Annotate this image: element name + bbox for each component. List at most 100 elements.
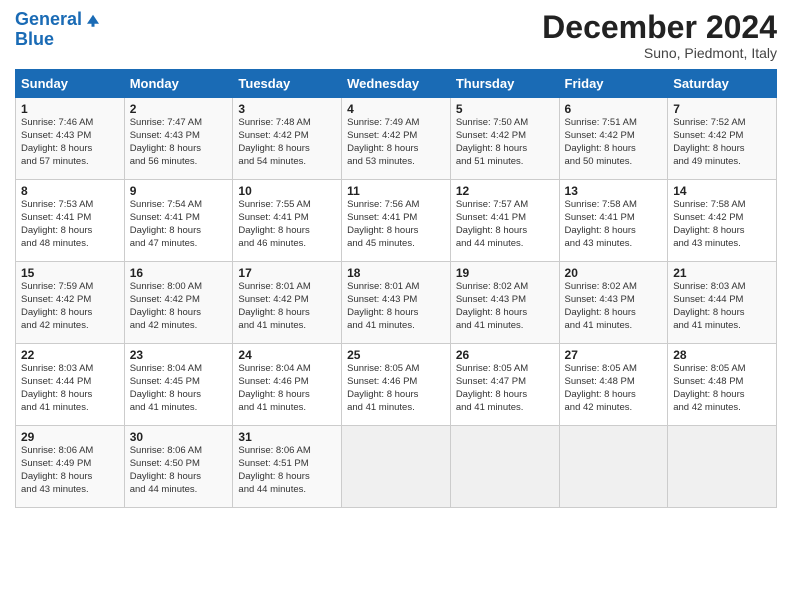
- day-detail: Sunrise: 8:01 AMSunset: 4:43 PMDaylight:…: [347, 281, 445, 332]
- calendar-cell: [559, 426, 668, 508]
- day-detail: Sunrise: 7:49 AMSunset: 4:42 PMDaylight:…: [347, 117, 445, 168]
- calendar-cell: 29Sunrise: 8:06 AMSunset: 4:49 PMDayligh…: [16, 426, 125, 508]
- day-number: 11: [347, 184, 445, 198]
- day-number: 24: [238, 348, 336, 362]
- calendar-cell: 10Sunrise: 7:55 AMSunset: 4:41 PMDayligh…: [233, 180, 342, 262]
- day-detail: Sunrise: 7:47 AMSunset: 4:43 PMDaylight:…: [130, 117, 228, 168]
- day-number: 25: [347, 348, 445, 362]
- calendar-cell: 31Sunrise: 8:06 AMSunset: 4:51 PMDayligh…: [233, 426, 342, 508]
- calendar-cell: 23Sunrise: 8:04 AMSunset: 4:45 PMDayligh…: [124, 344, 233, 426]
- logo-icon: [84, 11, 102, 29]
- calendar-cell: 12Sunrise: 7:57 AMSunset: 4:41 PMDayligh…: [450, 180, 559, 262]
- day-number: 17: [238, 266, 336, 280]
- header-row: Sunday Monday Tuesday Wednesday Thursday…: [16, 70, 777, 98]
- calendar-cell: 7Sunrise: 7:52 AMSunset: 4:42 PMDaylight…: [668, 98, 777, 180]
- calendar-cell: [450, 426, 559, 508]
- calendar-cell: 11Sunrise: 7:56 AMSunset: 4:41 PMDayligh…: [342, 180, 451, 262]
- calendar-cell: 1Sunrise: 7:46 AMSunset: 4:43 PMDaylight…: [16, 98, 125, 180]
- day-number: 13: [565, 184, 663, 198]
- calendar-cell: 21Sunrise: 8:03 AMSunset: 4:44 PMDayligh…: [668, 262, 777, 344]
- calendar-cell: 24Sunrise: 8:04 AMSunset: 4:46 PMDayligh…: [233, 344, 342, 426]
- day-detail: Sunrise: 7:51 AMSunset: 4:42 PMDaylight:…: [565, 117, 663, 168]
- day-detail: Sunrise: 7:57 AMSunset: 4:41 PMDaylight:…: [456, 199, 554, 250]
- day-number: 18: [347, 266, 445, 280]
- day-number: 1: [21, 102, 119, 116]
- calendar-cell: 15Sunrise: 7:59 AMSunset: 4:42 PMDayligh…: [16, 262, 125, 344]
- day-detail: Sunrise: 8:00 AMSunset: 4:42 PMDaylight:…: [130, 281, 228, 332]
- day-detail: Sunrise: 7:55 AMSunset: 4:41 PMDaylight:…: [238, 199, 336, 250]
- day-number: 22: [21, 348, 119, 362]
- calendar-cell: 19Sunrise: 8:02 AMSunset: 4:43 PMDayligh…: [450, 262, 559, 344]
- day-number: 15: [21, 266, 119, 280]
- calendar-cell: 5Sunrise: 7:50 AMSunset: 4:42 PMDaylight…: [450, 98, 559, 180]
- day-number: 26: [456, 348, 554, 362]
- day-detail: Sunrise: 8:06 AMSunset: 4:50 PMDaylight:…: [130, 445, 228, 496]
- calendar-cell: 28Sunrise: 8:05 AMSunset: 4:48 PMDayligh…: [668, 344, 777, 426]
- day-number: 23: [130, 348, 228, 362]
- day-detail: Sunrise: 7:48 AMSunset: 4:42 PMDaylight:…: [238, 117, 336, 168]
- day-number: 12: [456, 184, 554, 198]
- logo-text2: Blue: [15, 30, 102, 50]
- day-detail: Sunrise: 7:54 AMSunset: 4:41 PMDaylight:…: [130, 199, 228, 250]
- calendar-cell: 16Sunrise: 8:00 AMSunset: 4:42 PMDayligh…: [124, 262, 233, 344]
- day-number: 20: [565, 266, 663, 280]
- day-detail: Sunrise: 7:46 AMSunset: 4:43 PMDaylight:…: [21, 117, 119, 168]
- day-detail: Sunrise: 7:59 AMSunset: 4:42 PMDaylight:…: [21, 281, 119, 332]
- calendar-week-3: 15Sunrise: 7:59 AMSunset: 4:42 PMDayligh…: [16, 262, 777, 344]
- day-number: 27: [565, 348, 663, 362]
- day-detail: Sunrise: 8:02 AMSunset: 4:43 PMDaylight:…: [456, 281, 554, 332]
- day-number: 8: [21, 184, 119, 198]
- day-detail: Sunrise: 8:03 AMSunset: 4:44 PMDaylight:…: [673, 281, 771, 332]
- day-number: 3: [238, 102, 336, 116]
- calendar-cell: 30Sunrise: 8:06 AMSunset: 4:50 PMDayligh…: [124, 426, 233, 508]
- day-number: 30: [130, 430, 228, 444]
- calendar-cell: 27Sunrise: 8:05 AMSunset: 4:48 PMDayligh…: [559, 344, 668, 426]
- day-detail: Sunrise: 7:58 AMSunset: 4:42 PMDaylight:…: [673, 199, 771, 250]
- day-number: 10: [238, 184, 336, 198]
- day-detail: Sunrise: 7:50 AMSunset: 4:42 PMDaylight:…: [456, 117, 554, 168]
- calendar-cell: 17Sunrise: 8:01 AMSunset: 4:42 PMDayligh…: [233, 262, 342, 344]
- calendar-cell: 3Sunrise: 7:48 AMSunset: 4:42 PMDaylight…: [233, 98, 342, 180]
- day-detail: Sunrise: 8:03 AMSunset: 4:44 PMDaylight:…: [21, 363, 119, 414]
- day-number: 2: [130, 102, 228, 116]
- calendar-cell: 26Sunrise: 8:05 AMSunset: 4:47 PMDayligh…: [450, 344, 559, 426]
- calendar-cell: 6Sunrise: 7:51 AMSunset: 4:42 PMDaylight…: [559, 98, 668, 180]
- col-wednesday: Wednesday: [342, 70, 451, 98]
- day-number: 19: [456, 266, 554, 280]
- calendar-week-4: 22Sunrise: 8:03 AMSunset: 4:44 PMDayligh…: [16, 344, 777, 426]
- header: General Blue December 2024 Suno, Piedmon…: [15, 10, 777, 61]
- calendar-week-2: 8Sunrise: 7:53 AMSunset: 4:41 PMDaylight…: [16, 180, 777, 262]
- day-detail: Sunrise: 8:01 AMSunset: 4:42 PMDaylight:…: [238, 281, 336, 332]
- day-detail: Sunrise: 8:06 AMSunset: 4:49 PMDaylight:…: [21, 445, 119, 496]
- col-thursday: Thursday: [450, 70, 559, 98]
- col-tuesday: Tuesday: [233, 70, 342, 98]
- day-detail: Sunrise: 8:05 AMSunset: 4:48 PMDaylight:…: [565, 363, 663, 414]
- day-detail: Sunrise: 7:58 AMSunset: 4:41 PMDaylight:…: [565, 199, 663, 250]
- day-number: 9: [130, 184, 228, 198]
- calendar-cell: [668, 426, 777, 508]
- col-sunday: Sunday: [16, 70, 125, 98]
- day-number: 31: [238, 430, 336, 444]
- location: Suno, Piedmont, Italy: [542, 45, 777, 61]
- day-detail: Sunrise: 8:06 AMSunset: 4:51 PMDaylight:…: [238, 445, 336, 496]
- calendar-cell: 13Sunrise: 7:58 AMSunset: 4:41 PMDayligh…: [559, 180, 668, 262]
- day-number: 21: [673, 266, 771, 280]
- day-number: 16: [130, 266, 228, 280]
- title-area: December 2024 Suno, Piedmont, Italy: [542, 10, 777, 61]
- day-detail: Sunrise: 7:56 AMSunset: 4:41 PMDaylight:…: [347, 199, 445, 250]
- day-detail: Sunrise: 7:52 AMSunset: 4:42 PMDaylight:…: [673, 117, 771, 168]
- col-saturday: Saturday: [668, 70, 777, 98]
- col-monday: Monday: [124, 70, 233, 98]
- day-number: 14: [673, 184, 771, 198]
- day-number: 28: [673, 348, 771, 362]
- calendar-week-5: 29Sunrise: 8:06 AMSunset: 4:49 PMDayligh…: [16, 426, 777, 508]
- calendar-cell: [342, 426, 451, 508]
- calendar-cell: 20Sunrise: 8:02 AMSunset: 4:43 PMDayligh…: [559, 262, 668, 344]
- calendar-week-1: 1Sunrise: 7:46 AMSunset: 4:43 PMDaylight…: [16, 98, 777, 180]
- month-title: December 2024: [542, 10, 777, 45]
- calendar-cell: 2Sunrise: 7:47 AMSunset: 4:43 PMDaylight…: [124, 98, 233, 180]
- day-number: 5: [456, 102, 554, 116]
- calendar-page: General Blue December 2024 Suno, Piedmon…: [0, 0, 792, 612]
- logo-text: General: [15, 10, 82, 30]
- day-detail: Sunrise: 8:05 AMSunset: 4:48 PMDaylight:…: [673, 363, 771, 414]
